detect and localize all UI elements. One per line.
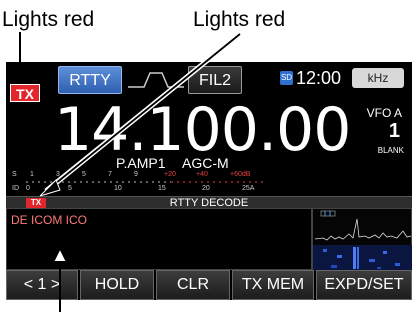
s-scale-tick: 9 (134, 171, 138, 178)
clock: 12:00 (296, 68, 342, 88)
tx-indicator: TX (10, 84, 40, 102)
frequency-display[interactable]: 14.100.00 (54, 100, 351, 160)
s-scale-tick: 1 (30, 171, 34, 178)
s-scale-tick: 5 (82, 171, 86, 178)
vfo-number: 1 (388, 120, 400, 142)
s-scale-tick: +20 (164, 171, 176, 178)
hold-softkey[interactable]: HOLD (80, 270, 154, 300)
audio-scope-graph (313, 210, 412, 271)
s-meter-label: S (12, 171, 17, 178)
softkey-bar: < 1 > HOLD CLR TX MEM EXPD/SET (6, 270, 412, 300)
sd-card-icon: SD (280, 71, 293, 85)
id-scale-tick: 10 (114, 185, 122, 192)
id-scale-tick: 15 (158, 185, 166, 192)
mode-button[interactable]: RTTY (58, 66, 122, 94)
decode-text-area: DE ICOM ICO (6, 208, 312, 270)
audio-scope (312, 208, 412, 271)
s-scale-tick: +60dB (230, 171, 251, 178)
agc-indicator: AGC-M (182, 155, 229, 171)
filter-shape-icon (128, 72, 184, 88)
filter-button[interactable]: FIL2 (188, 66, 242, 94)
expand-set-softkey[interactable]: EXPD/SET (316, 270, 412, 300)
decode-tx-indicator: TX (26, 198, 46, 208)
rtty-decode-header: RTTY DECODE TX (6, 196, 412, 209)
s-scale-tick: +40 (196, 171, 208, 178)
decoded-text: DE ICOM ICO (11, 213, 88, 227)
s-scale-tick: 7 (108, 171, 112, 178)
s-scale-tick: 3 (56, 171, 60, 178)
id-scale-tick: 0 (26, 185, 30, 192)
blank-label: BLANK (377, 146, 404, 155)
preamp-indicator: P.AMP1 (116, 155, 166, 171)
id-scale-tick: 25A (242, 185, 255, 192)
page-softkey[interactable]: < 1 > (6, 270, 78, 300)
callout-lights-red-left: Lights red (2, 8, 95, 31)
s-meter-scale (26, 181, 266, 183)
vfo-label: VFO A (366, 106, 402, 120)
tx-memory-softkey[interactable]: TX MEM (232, 270, 314, 300)
id-meter-label: ID (12, 185, 19, 192)
radio-display: TX RTTY FIL2 SD 12:00 kHz 14.100.00 VFO … (6, 62, 412, 300)
unit-button[interactable]: kHz (352, 68, 404, 88)
clear-softkey[interactable]: CLR (156, 270, 230, 300)
id-scale-tick: 5 (68, 185, 72, 192)
callout-lights-red-center: Lights red (193, 8, 286, 31)
id-scale-tick: 20 (202, 185, 210, 192)
s-meter: S 1 3 5 7 9 +20 +40 +60dB ID 0 5 10 15 2… (6, 170, 276, 196)
